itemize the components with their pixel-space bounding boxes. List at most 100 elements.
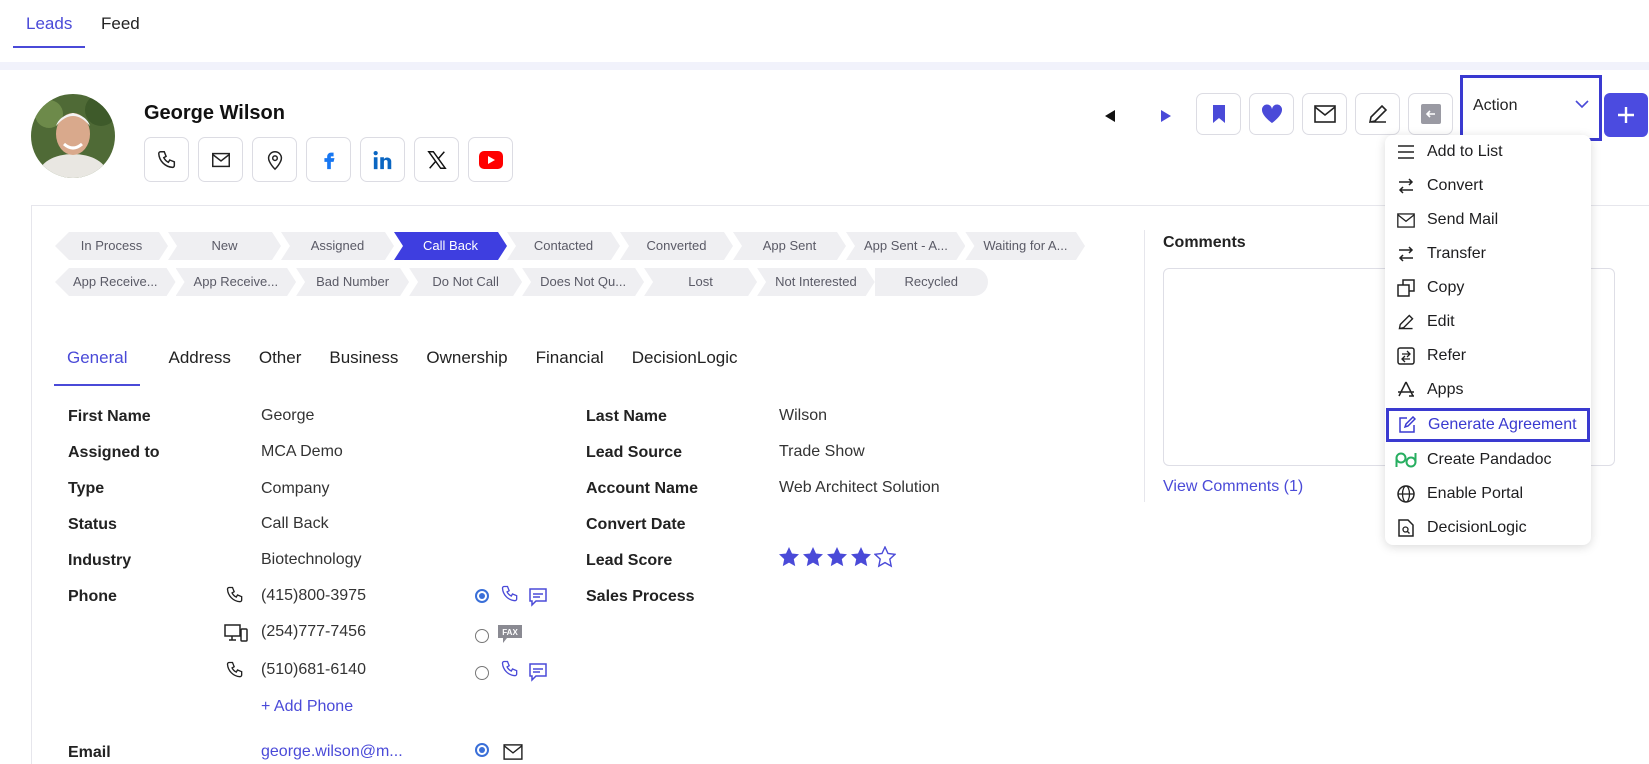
pencil-icon [1398,314,1414,330]
facebook-button[interactable] [306,137,351,182]
phone-value-2: (254)777-7456 [261,623,366,640]
sms-phone-1-icon[interactable] [528,587,548,607]
stage-pipeline: In Process New Assigned Call Back Contac… [55,232,1085,304]
sales-process-label: Sales Process [586,588,695,605]
call-phone-1-icon[interactable] [500,584,520,604]
copy-icon [1397,279,1415,297]
stage-recycled[interactable]: Recycled [874,268,988,296]
stage-bad-number[interactable]: Bad Number [296,268,409,296]
first-name-value: George [261,407,315,424]
linkedin-icon [373,150,391,169]
star-empty-icon[interactable] [874,546,896,568]
mail-icon[interactable] [503,744,523,760]
phone-icon [157,150,175,168]
menu-item-refer[interactable]: Refer [1385,339,1591,373]
edit-button[interactable] [1355,93,1400,135]
avatar [31,94,115,178]
youtube-icon [478,150,503,169]
menu-item-add-to-list[interactable]: Add to List [1385,135,1591,169]
menu-item-label: Create Pandadoc [1427,451,1552,468]
next-record-button[interactable] [1154,104,1178,128]
phone-value-3: (510)681-6140 [261,661,366,678]
primary-phone-radio-1[interactable] [475,589,489,603]
stage-in-process[interactable]: In Process [55,232,168,260]
menu-item-generate-agreement[interactable]: Generate Agreement [1386,408,1590,442]
stage-app-sent[interactable]: App Sent [733,232,846,260]
status-value: Call Back [261,515,329,532]
arrow-left-box-icon [1420,104,1441,124]
menu-item-apps[interactable]: Apps [1385,373,1591,407]
sms-phone-3-icon[interactable] [528,662,548,682]
phone-icon [226,586,243,603]
action-dropdown[interactable]: Action [1460,75,1602,141]
edit-document-icon [1399,416,1416,433]
stage-not-interested[interactable]: Not Interested [757,268,875,296]
location-pin-icon [267,150,282,170]
lead-score-stars[interactable] [778,546,896,568]
header-band [0,62,1649,70]
tab-leads[interactable]: Leads [13,14,86,48]
menu-item-convert[interactable]: Convert [1385,169,1591,203]
menu-item-label: Enable Portal [1427,485,1524,502]
stage-contacted[interactable]: Contacted [507,232,620,260]
tab-general[interactable]: General [54,348,141,386]
call-phone-3-icon[interactable] [500,659,520,679]
menu-item-send-mail[interactable]: Send Mail [1385,203,1591,237]
send-mail-button[interactable] [1302,93,1347,135]
stage-app-sent-a[interactable]: App Sent - A... [846,232,965,260]
primary-phone-radio-3[interactable] [475,666,489,680]
location-button[interactable] [252,137,297,182]
star-filled-icon[interactable] [826,546,848,568]
tab-feed[interactable]: Feed [101,14,140,48]
star-filled-icon[interactable] [850,546,872,568]
email-button[interactable] [198,137,243,182]
x-twitter-button[interactable] [414,137,459,182]
detail-tabs: General Address Other Business Ownership… [54,348,738,386]
type-label: Type [68,480,105,497]
view-comments-link[interactable]: View Comments (1) [1163,478,1303,496]
back-button[interactable] [1408,93,1453,135]
primary-email-radio[interactable] [475,743,489,757]
menu-item-label: DecisionLogic [1427,519,1527,536]
star-filled-icon[interactable] [778,546,800,568]
stage-does-not-qualify[interactable]: Does Not Qu... [522,268,644,296]
stage-call-back[interactable]: Call Back [394,232,507,260]
stage-do-not-call[interactable]: Do Not Call [409,268,522,296]
pandadoc-icon [1395,452,1417,468]
tab-decisionlogic[interactable]: DecisionLogic [632,348,738,386]
tab-business[interactable]: Business [329,348,398,386]
menu-item-enable-portal[interactable]: Enable Portal [1385,477,1591,511]
email-value-link[interactable]: george.wilson@m... [261,743,403,761]
star-filled-icon[interactable] [802,546,824,568]
primary-phone-radio-2[interactable] [475,629,489,643]
menu-item-decisionlogic[interactable]: DecisionLogic [1385,511,1591,545]
youtube-button[interactable] [468,137,513,182]
mail-icon [211,152,230,167]
menu-item-create-pandadoc[interactable]: Create Pandadoc [1385,443,1591,477]
tab-ownership[interactable]: Ownership [426,348,507,386]
pencil-icon [1368,104,1387,124]
stage-lost[interactable]: Lost [644,268,757,296]
menu-item-copy[interactable]: Copy [1385,271,1591,305]
add-button[interactable] [1604,93,1648,137]
stage-waiting-for-a[interactable]: Waiting for A... [965,232,1085,260]
linkedin-button[interactable] [360,137,405,182]
convert-date-label: Convert Date [586,516,686,533]
bookmark-button[interactable] [1196,93,1241,135]
stage-converted[interactable]: Converted [620,232,733,260]
add-phone-link[interactable]: + Add Phone [261,698,353,716]
tab-address[interactable]: Address [168,348,230,386]
tab-financial[interactable]: Financial [536,348,604,386]
tab-other[interactable]: Other [259,348,302,386]
menu-item-label: Add to List [1427,143,1503,160]
stage-new[interactable]: New [168,232,281,260]
menu-item-transfer[interactable]: Transfer [1385,237,1591,271]
fax-icon[interactable]: FAX [497,624,523,644]
favorite-button[interactable] [1249,93,1294,135]
menu-item-edit[interactable]: Edit [1385,305,1591,339]
previous-record-button[interactable] [1098,104,1122,128]
stage-assigned[interactable]: Assigned [281,232,394,260]
stage-app-received-1[interactable]: App Receive... [55,268,176,296]
stage-app-received-2[interactable]: App Receive... [176,268,297,296]
call-button[interactable] [144,137,189,182]
